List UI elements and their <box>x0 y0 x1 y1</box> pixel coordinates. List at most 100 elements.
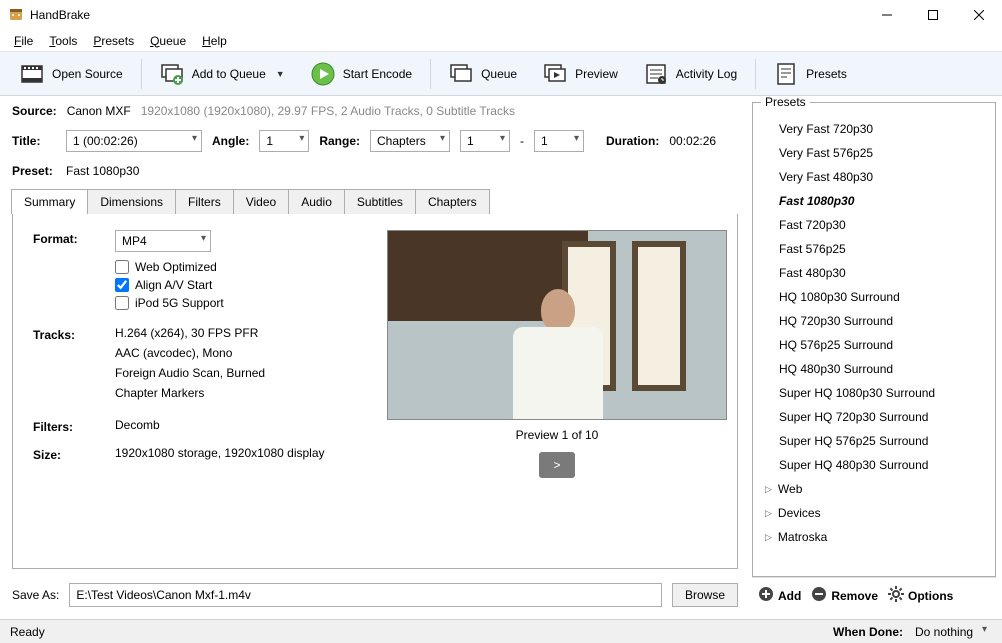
chevron-down-icon: ▼ <box>276 69 285 79</box>
range-type-select[interactable]: Chapters <box>370 130 450 152</box>
queue-add-icon <box>160 62 184 86</box>
menu-help[interactable]: Help <box>194 32 235 50</box>
plus-circle-icon <box>758 586 774 605</box>
browse-button[interactable]: Browse <box>672 583 738 607</box>
titlebar: HandBrake <box>0 0 1002 30</box>
preset-category-web[interactable]: ▷Web <box>761 477 991 501</box>
range-to-select[interactable]: 1 <box>534 130 584 152</box>
tracks-label: Tracks: <box>33 326 115 406</box>
tab-dimensions[interactable]: Dimensions <box>87 189 176 214</box>
when-done-select[interactable]: Do nothing <box>909 621 992 643</box>
menu-presets[interactable]: Presets <box>85 32 142 50</box>
preview-label: Preview <box>575 67 618 81</box>
format-select[interactable]: MP4 <box>115 230 211 252</box>
preset-item[interactable]: Very Fast 480p30 <box>775 165 991 189</box>
menu-queue[interactable]: Queue <box>142 32 194 50</box>
preset-item[interactable]: HQ 1080p30 Surround <box>775 285 991 309</box>
size-value: 1920x1080 storage, 1920x1080 display <box>115 446 363 462</box>
source-details: 1920x1080 (1920x1080), 29.97 FPS, 2 Audi… <box>141 104 515 118</box>
tab-body-summary: Format: MP4 Web Optimized Align A/V Star… <box>13 214 737 568</box>
open-source-label: Open Source <box>52 67 123 81</box>
menu-file[interactable]: File <box>6 32 41 50</box>
tab-chapters[interactable]: Chapters <box>415 189 490 214</box>
minus-circle-icon <box>811 586 827 605</box>
angle-select[interactable]: 1 <box>259 130 309 152</box>
preset-item[interactable]: HQ 720p30 Surround <box>775 309 991 333</box>
tab-video[interactable]: Video <box>233 189 289 214</box>
preset-item[interactable]: Super HQ 720p30 Surround <box>775 405 991 429</box>
preset-actions: Add Remove Options <box>752 577 996 613</box>
preset-item[interactable]: Super HQ 480p30 Surround <box>775 453 991 477</box>
preview-button[interactable]: Preview <box>533 58 628 90</box>
preview-caption: Preview 1 of 10 <box>516 428 599 442</box>
when-done-label: When Done: <box>833 625 903 639</box>
ipod-checkbox[interactable]: iPod 5G Support <box>115 296 363 310</box>
preset-list[interactable]: Very Fast 720p30 Very Fast 576p25 Very F… <box>753 113 995 576</box>
minimize-button[interactable] <box>864 0 910 30</box>
start-encode-label: Start Encode <box>343 67 412 81</box>
when-done: When Done: Do nothing <box>833 621 992 643</box>
preset-item[interactable]: HQ 480p30 Surround <box>775 357 991 381</box>
preset-category-devices[interactable]: ▷Devices <box>761 501 991 525</box>
presets-panel: Presets Very Fast 720p30 Very Fast 576p2… <box>752 102 996 577</box>
preview-icon <box>543 62 567 86</box>
duration-value: 00:02:26 <box>669 134 716 148</box>
start-encode-button[interactable]: Start Encode <box>301 58 422 90</box>
add-to-queue-label: Add to Queue <box>192 67 266 81</box>
preset-item[interactable]: Very Fast 576p25 <box>775 141 991 165</box>
source-label: Source: <box>12 104 57 118</box>
queue-button[interactable]: Queue <box>439 58 527 90</box>
maximize-button[interactable] <box>910 0 956 30</box>
size-label: Size: <box>33 446 115 462</box>
preset-category-matroska[interactable]: ▷Matroska <box>761 525 991 549</box>
presets-button[interactable]: Presets <box>764 58 857 90</box>
tab-filters[interactable]: Filters <box>175 189 234 214</box>
tab-subtitles[interactable]: Subtitles <box>344 189 416 214</box>
queue-icon <box>449 62 473 86</box>
source-row: Source: Canon MXF 1920x1080 (1920x1080),… <box>6 102 744 120</box>
preset-item[interactable]: Fast 720p30 <box>775 213 991 237</box>
preset-item[interactable]: Fast 576p25 <box>775 237 991 261</box>
track-line: AAC (avcodec), Mono <box>115 346 363 360</box>
tab-summary[interactable]: Summary <box>11 189 88 214</box>
preset-add-button[interactable]: Add <box>758 586 801 605</box>
separator <box>141 59 142 89</box>
filters-value: Decomb <box>115 418 363 434</box>
activity-log-label: Activity Log <box>676 67 737 81</box>
preset-item[interactable]: Fast 480p30 <box>775 261 991 285</box>
web-optimized-checkbox[interactable]: Web Optimized <box>115 260 363 274</box>
save-as-label: Save As: <box>12 588 59 602</box>
preset-remove-button[interactable]: Remove <box>811 586 878 605</box>
menu-tools[interactable]: Tools <box>41 32 85 50</box>
title-row: Title: 1 (00:02:26) Angle: 1 Range: Chap… <box>6 128 744 154</box>
title-select[interactable]: 1 (00:02:26) <box>66 130 202 152</box>
preset-item-selected[interactable]: Fast 1080p30 <box>775 189 991 213</box>
tab-audio[interactable]: Audio <box>288 189 345 214</box>
align-av-checkbox[interactable]: Align A/V Start <box>115 278 363 292</box>
separator <box>430 59 431 89</box>
preset-item[interactable]: Super HQ 1080p30 Surround <box>775 381 991 405</box>
save-path-input[interactable] <box>69 583 662 607</box>
preset-item[interactable]: Very Fast 720p30 <box>775 117 991 141</box>
preset-item[interactable]: HQ 576p25 Surround <box>775 333 991 357</box>
preset-options-button[interactable]: Options <box>888 586 953 605</box>
toolbar: Open Source Add to Queue ▼ Start Encode … <box>0 52 1002 96</box>
menubar: File Tools Presets Queue Help <box>0 30 1002 52</box>
activity-log-button[interactable]: Activity Log <box>634 58 747 90</box>
preset-item[interactable]: Super HQ 576p25 Surround <box>775 429 991 453</box>
range-from-select[interactable]: 1 <box>460 130 510 152</box>
range-sep: - <box>520 134 524 148</box>
preview-next-button[interactable]: > <box>539 452 575 478</box>
duration-label: Duration: <box>606 134 659 148</box>
angle-label: Angle: <box>212 134 249 148</box>
film-icon <box>20 62 44 86</box>
content-area: Source: Canon MXF 1920x1080 (1920x1080),… <box>0 96 1002 619</box>
close-button[interactable] <box>956 0 1002 30</box>
add-to-queue-button[interactable]: Add to Queue ▼ <box>150 58 295 90</box>
window-title: HandBrake <box>30 8 864 22</box>
track-line: Chapter Markers <box>115 386 363 400</box>
filters-label: Filters: <box>33 418 115 434</box>
format-label: Format: <box>33 230 115 314</box>
open-source-button[interactable]: Open Source <box>10 58 133 90</box>
preset-value: Fast 1080p30 <box>66 164 139 178</box>
